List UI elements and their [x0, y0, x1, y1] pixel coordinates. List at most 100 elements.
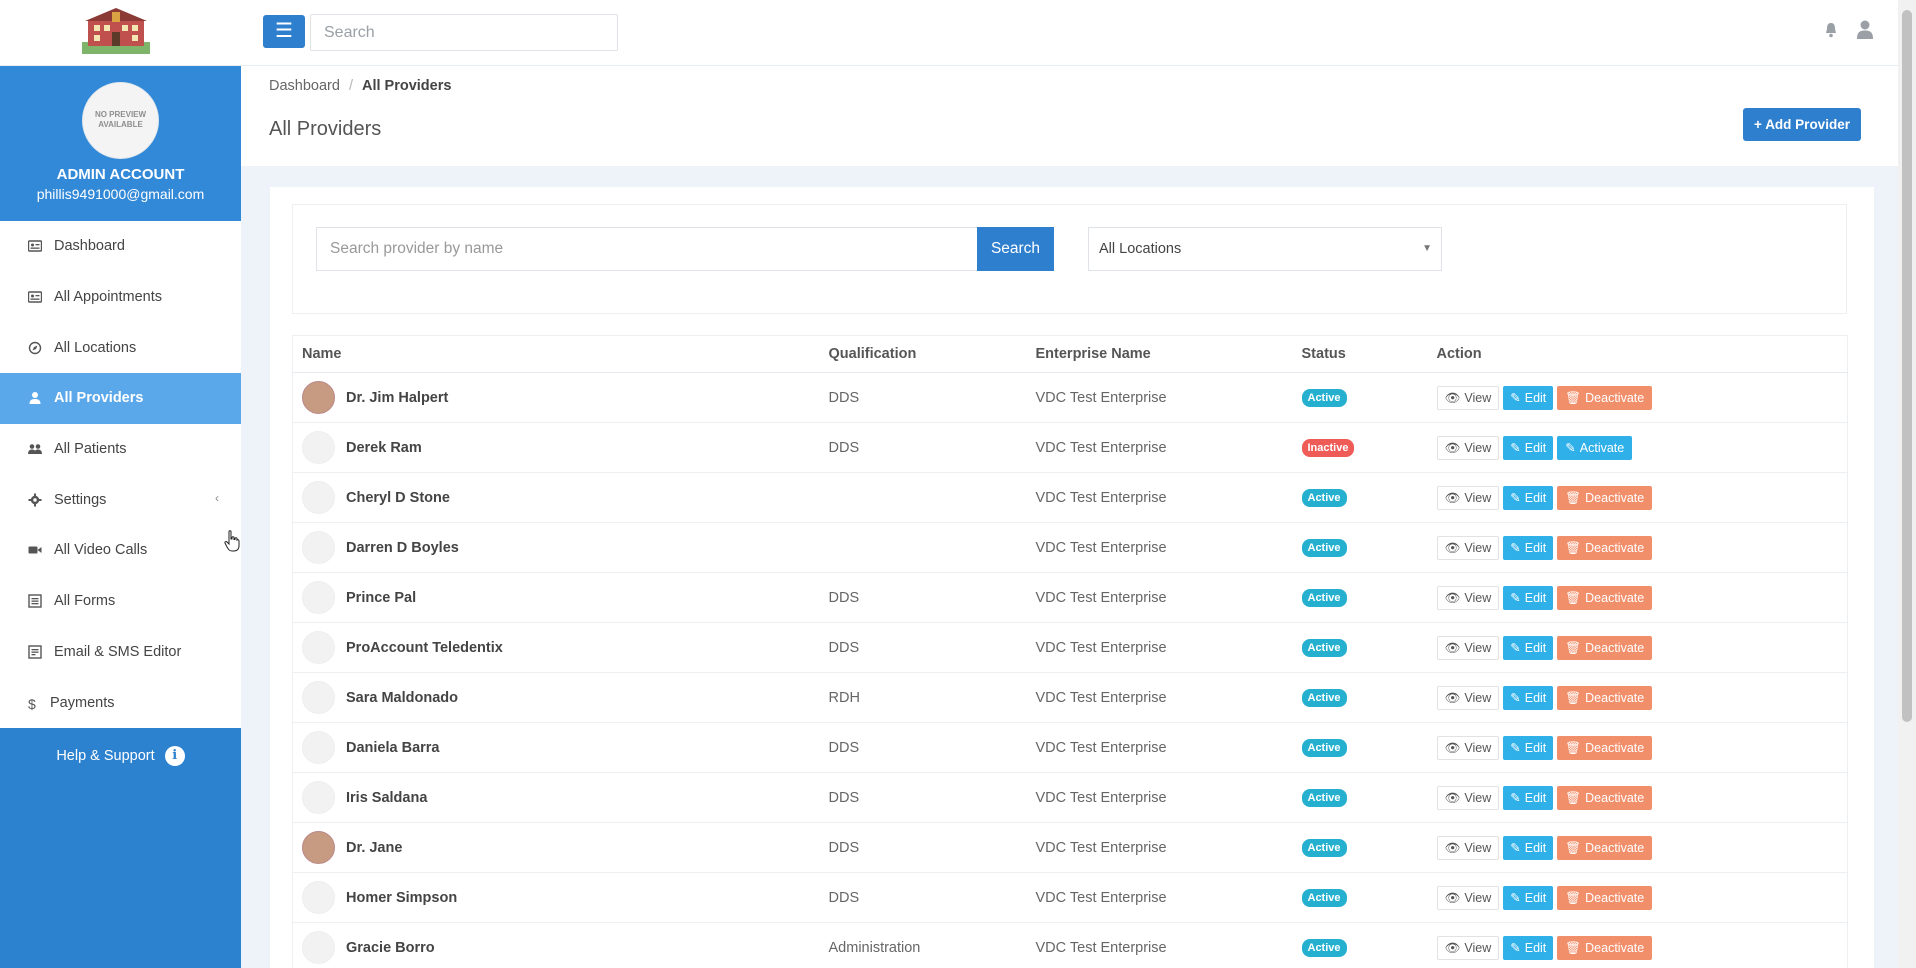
view-button[interactable]: 👁 View [1436, 435, 1500, 460]
sidebar-item-settings[interactable]: Settings ‹ [0, 474, 241, 525]
cell-status: Inactive [1292, 422, 1428, 473]
trash-icon: 🗑 [1565, 540, 1582, 555]
deactivate-label: Deactivate [1585, 390, 1645, 405]
sidebar-item-providers[interactable]: All Providers [0, 373, 241, 424]
activate-button[interactable]: ✎ Activate [1557, 435, 1633, 460]
edit-button[interactable]: ✎ Edit [1503, 735, 1554, 760]
scrollbar-thumb[interactable] [1902, 10, 1912, 722]
sidebar-item-appointments[interactable]: All Appointments [0, 272, 241, 323]
avatar-placeholder-icon [302, 731, 335, 764]
edit-button[interactable]: ✎ Edit [1503, 885, 1554, 910]
cell-actions: 👁 View ✎ Edit 🗑 Deactivate [1427, 522, 1848, 573]
page-scrollbar[interactable] [1898, 0, 1916, 968]
edit-button[interactable]: ✎ Edit [1503, 685, 1554, 710]
provider-name: Dr. Jim Halpert [346, 389, 449, 406]
view-button[interactable]: 👁 View [1436, 485, 1500, 510]
chevron-left-icon[interactable]: ‹ [215, 491, 219, 505]
cell-enterprise: VDC Test Enterprise [1026, 422, 1293, 473]
deactivate-button[interactable]: 🗑 Deactivate [1557, 735, 1653, 760]
eye-icon: 👁 [1444, 440, 1461, 455]
edit-icon: ✎ [1510, 890, 1521, 905]
view-button[interactable]: 👁 View [1436, 735, 1500, 760]
deactivate-button[interactable]: 🗑 Deactivate [1557, 785, 1653, 810]
help-support-link[interactable]: Help & Support i [0, 746, 241, 766]
sidebar-item-label: All Patients [54, 441, 127, 458]
breadcrumb: Dashboard / All Providers [269, 78, 451, 94]
provider-search-input[interactable] [316, 227, 978, 271]
edit-button[interactable]: ✎ Edit [1503, 635, 1554, 660]
edit-icon: ✎ [1510, 390, 1521, 405]
edit-button[interactable]: ✎ Edit [1503, 785, 1554, 810]
edit-button[interactable]: ✎ Edit [1503, 485, 1554, 510]
sidebar-item-payments[interactable]: $ Payments [0, 677, 241, 728]
deactivate-button[interactable]: 🗑 Deactivate [1557, 485, 1653, 510]
view-button[interactable]: 👁 View [1436, 685, 1500, 710]
trash-icon: 🗑 [1565, 740, 1582, 755]
view-button[interactable]: 👁 View [1436, 635, 1500, 660]
deactivate-button[interactable]: 🗑 Deactivate [1557, 685, 1653, 710]
edit-button[interactable]: ✎ Edit [1503, 535, 1554, 560]
avatar-placeholder-icon [302, 681, 335, 714]
view-button[interactable]: 👁 View [1436, 885, 1500, 910]
filter-panel: Search All Locations ▼ [292, 204, 1847, 314]
edit-button[interactable]: ✎ Edit [1503, 385, 1554, 410]
sidebar-item-email-sms-editor[interactable]: Email & SMS Editor [0, 627, 241, 678]
deactivate-label: Deactivate [1585, 940, 1645, 955]
breadcrumb-home[interactable]: Dashboard [269, 78, 340, 94]
eye-icon: 👁 [1444, 940, 1461, 955]
help-label: Help & Support [56, 747, 155, 764]
cell-actions: 👁 View ✎ Edit 🗑 Deactivate [1427, 922, 1848, 968]
deactivate-button[interactable]: 🗑 Deactivate [1557, 535, 1653, 560]
edit-button[interactable]: ✎ Edit [1503, 935, 1554, 960]
deactivate-button[interactable]: 🗑 Deactivate [1557, 585, 1653, 610]
view-button[interactable]: 👁 View [1436, 785, 1500, 810]
location-select[interactable]: All Locations ▼ [1088, 227, 1442, 271]
view-button[interactable]: 👁 View [1436, 935, 1500, 960]
search-button[interactable]: Search [977, 227, 1054, 271]
sidebar-item-patients[interactable]: All Patients [0, 424, 241, 475]
trash-icon: 🗑 [1565, 690, 1582, 705]
add-provider-button[interactable]: + Add Provider [1743, 108, 1861, 141]
cell-actions: 👁 View ✎ Edit 🗑 Deactivate [1427, 722, 1848, 773]
sidebar-item-forms[interactable]: All Forms [0, 576, 241, 627]
eye-icon: 👁 [1444, 690, 1461, 705]
deactivate-button[interactable]: 🗑 Deactivate [1557, 635, 1653, 660]
sidebar-item-locations[interactable]: All Locations [0, 322, 241, 373]
avatar: NO PREVIEW AVAILABLE [82, 82, 159, 159]
location-select-value: All Locations [1099, 241, 1182, 257]
menu-toggle-button[interactable]: ☰ [263, 15, 305, 48]
deactivate-button[interactable]: 🗑 Deactivate [1557, 385, 1653, 410]
edit-button[interactable]: ✎ Edit [1503, 835, 1554, 860]
edit-icon: ✎ [1510, 690, 1521, 705]
edit-button[interactable]: ✎ Edit [1503, 435, 1554, 460]
status-badge: Active [1301, 688, 1347, 707]
view-button[interactable]: 👁 View [1436, 385, 1500, 410]
global-search-input[interactable] [310, 14, 618, 51]
sidebar-item-dashboard[interactable]: Dashboard [0, 221, 241, 272]
edit-label: Edit [1524, 940, 1547, 955]
edit-label: Edit [1524, 640, 1547, 655]
edit-button[interactable]: ✎ Edit [1503, 585, 1554, 610]
edit-icon: ✎ [1510, 740, 1521, 755]
status-badge: Inactive [1301, 438, 1355, 457]
sidebar-item-video-calls[interactable]: All Video Calls [0, 525, 241, 576]
trash-icon: 🗑 [1565, 640, 1582, 655]
deactivate-button[interactable]: 🗑 Deactivate [1557, 935, 1653, 960]
eye-icon: 👁 [1444, 640, 1461, 655]
provider-name: Sara Maldonado [346, 689, 458, 706]
user-menu-icon[interactable] [1857, 20, 1873, 39]
deactivate-button[interactable]: 🗑 Deactivate [1557, 885, 1653, 910]
view-label: View [1464, 740, 1492, 755]
cell-status: Active [1292, 922, 1428, 968]
cell-qualification: DDS [819, 572, 1027, 623]
cell-name: Darren D Boyles [292, 522, 820, 573]
status-badge: Active [1301, 738, 1347, 757]
school-logo-icon[interactable] [82, 6, 150, 54]
view-button[interactable]: 👁 View [1436, 585, 1500, 610]
edit-icon: ✎ [1510, 840, 1521, 855]
view-button[interactable]: 👁 View [1436, 535, 1500, 560]
sidebar-item-label: All Appointments [54, 289, 163, 306]
deactivate-button[interactable]: 🗑 Deactivate [1557, 835, 1653, 860]
view-button[interactable]: 👁 View [1436, 835, 1500, 860]
bell-icon[interactable] [1824, 22, 1838, 38]
